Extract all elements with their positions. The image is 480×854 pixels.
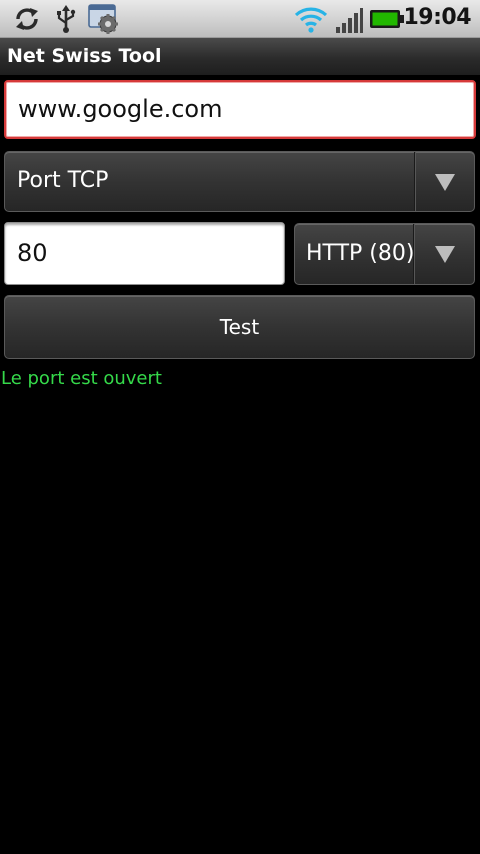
protocol-spinner-label: Port TCP: [17, 168, 109, 193]
app-title: Net Swiss Tool: [7, 45, 162, 67]
service-spinner[interactable]: HTTP (80): [294, 223, 475, 285]
status-bar: 19:04: [0, 0, 480, 38]
host-input[interactable]: www.google.com: [4, 80, 476, 139]
settings-notification-icon: [88, 4, 118, 34]
clock: 19:04: [403, 5, 471, 30]
wifi-icon: [294, 7, 328, 33]
title-bar: Net Swiss Tool: [0, 38, 480, 76]
test-button[interactable]: Test: [4, 295, 475, 359]
signal-icon: [336, 8, 363, 33]
protocol-spinner[interactable]: Port TCP: [4, 151, 475, 212]
dropdown-arrow-icon: [435, 246, 455, 263]
battery-icon: [370, 10, 404, 28]
result-message: Le port est ouvert: [1, 368, 162, 389]
spinner-divider: [413, 224, 415, 284]
usb-icon: [57, 5, 76, 33]
sync-icon: [16, 8, 38, 30]
port-input[interactable]: 80: [4, 222, 285, 285]
dropdown-arrow-icon: [435, 174, 455, 191]
service-spinner-label: HTTP (80): [306, 241, 415, 266]
spinner-divider: [414, 152, 416, 211]
